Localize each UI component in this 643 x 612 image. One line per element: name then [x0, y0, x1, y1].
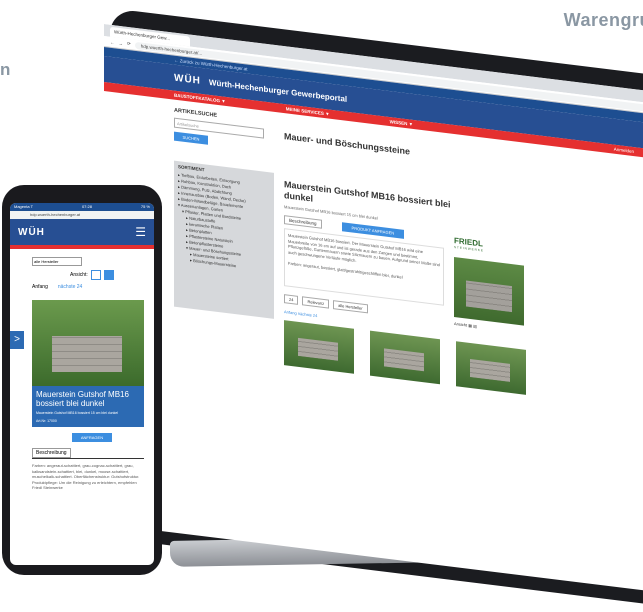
phone-logo[interactable]: WÜH: [18, 227, 45, 238]
tab-beschreibung[interactable]: Beschreibung: [32, 448, 144, 459]
article-number: Art.Nr: 17000: [36, 419, 57, 423]
reload-icon[interactable]: ⟳: [127, 41, 131, 47]
phone-url[interactable]: hdp.wuerth-hechenburger.at: [10, 211, 154, 219]
phone-statusbar: Magenta T 07:28 75 %: [10, 203, 154, 211]
hamburger-menu-icon[interactable]: ☰: [135, 225, 146, 239]
manufacturer-select[interactable]: alle Hersteller: [32, 257, 82, 266]
phone-mockup: Magenta T 07:28 75 % hdp.wuerth-hechenbu…: [2, 185, 162, 575]
list-view-icon[interactable]: [90, 270, 101, 280]
grid-view-icon[interactable]: [103, 270, 114, 280]
phone-header: WÜH ☰: [10, 219, 154, 245]
main-content: Mauer- und Böschungssteine Mauerstein Gu…: [284, 121, 643, 412]
paging-next[interactable]: nächste 24: [58, 284, 82, 290]
phone-redbar: [10, 245, 154, 249]
view-toggle: Ansicht:: [70, 270, 154, 280]
product-card[interactable]: Mauerstein Gutshof MB16 bossiert blei du…: [32, 386, 144, 427]
product-thumbnail[interactable]: [284, 320, 354, 374]
product-title: Mauerstein Gutshof MB16 bossiert blei du…: [36, 390, 129, 408]
product-image[interactable]: [32, 300, 144, 386]
sortiment-panel: SORTIMENT ▸ Tiefbau, Erdarbeiten, Entsor…: [174, 160, 274, 319]
arrow-right-icon[interactable]: >: [10, 331, 24, 349]
product-thumbnail[interactable]: [456, 341, 526, 395]
sort-select[interactable]: Relevanz: [302, 296, 330, 309]
sidebar: ARTIKELSUCHE Artikelsuche SUCHEN SORTIME…: [174, 108, 274, 364]
phone-screen: Magenta T 07:28 75 % hdp.wuerth-hechenbu…: [10, 203, 154, 565]
tab-beschreibung[interactable]: Beschreibung: [284, 215, 322, 229]
forward-icon[interactable]: →: [119, 40, 124, 46]
search-button[interactable]: SUCHEN: [174, 131, 208, 145]
anfrage-button[interactable]: ANFRAGEN: [72, 433, 112, 442]
paging-start[interactable]: Anfang: [32, 284, 48, 290]
laptop-screen: Würth-Hechenburger Gew... ← → ⟳ hdp.wuer…: [104, 24, 643, 593]
product-subtitle: Mauerstein Gutshof MB16 bossiert 15 cm b…: [36, 411, 119, 415]
product-description: Farben: angeraut-schattiert, grau-cognac…: [32, 463, 140, 490]
back-icon[interactable]: ←: [110, 39, 115, 45]
paging: Anfang nächste 24: [32, 284, 154, 290]
count-select[interactable]: 24: [284, 294, 299, 305]
manufacturer-select[interactable]: alle Hersteller: [333, 300, 368, 314]
login-link[interactable]: Anmelden: [614, 147, 634, 154]
product-thumbnail[interactable]: [370, 330, 440, 385]
product-image[interactable]: [454, 256, 524, 326]
site-logo[interactable]: WÜH: [174, 72, 201, 86]
background-letter: n: [0, 60, 11, 79]
